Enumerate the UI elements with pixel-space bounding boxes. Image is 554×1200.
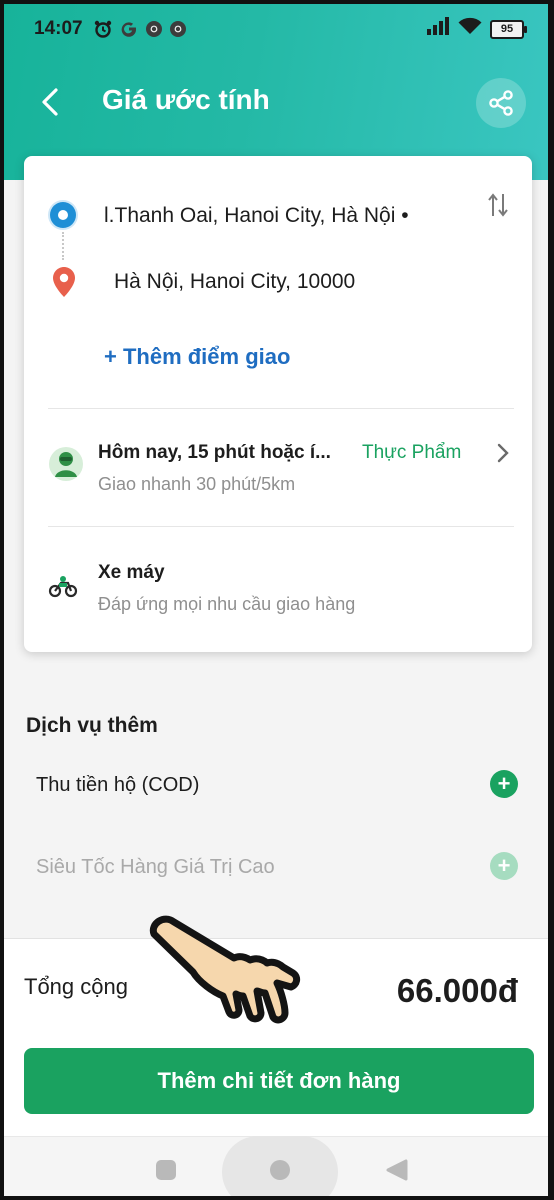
add-express-button[interactable]: + [490, 852, 518, 880]
plus-icon: + [497, 853, 511, 878]
share-icon [489, 90, 513, 116]
vehicle-subtitle: Đáp ứng mọi nhu cầu giao hàng [98, 594, 356, 614]
back-arrow-icon [42, 88, 58, 116]
vehicle-title[interactable]: Xe máy [98, 562, 165, 584]
pickup-address[interactable]: l.Thanh Oai, Hanoi City, Hà Nội • [104, 204, 409, 228]
chevron-right-icon[interactable] [496, 442, 510, 469]
back-button[interactable] [32, 82, 68, 122]
delivery-time-subtitle: Giao nhanh 30 phút/5km [98, 474, 296, 494]
destination-pin-icon [52, 266, 76, 303]
motorbike-icon [48, 574, 78, 603]
swap-icon[interactable] [486, 192, 510, 223]
square-nav-icon[interactable] [154, 1158, 178, 1187]
app-screen: 14:07 95 Giá ước tính l.Thanh Oai, Hanoi… [0, 0, 554, 1200]
driver-avatar-icon [48, 446, 84, 487]
chrome-icon [169, 20, 187, 38]
signal-icon [426, 17, 450, 41]
share-button[interactable] [476, 78, 526, 128]
status-time: 14:07 [34, 18, 83, 39]
estimate-card: l.Thanh Oai, Hanoi City, Hà Nội • Hà Nội… [24, 156, 532, 652]
status-bar: 14:07 95 [34, 16, 527, 42]
goods-type-tag[interactable]: Thực Phẩm [362, 442, 461, 464]
pointing-hand-icon [142, 900, 302, 1065]
wifi-icon [458, 17, 482, 41]
total-price: 66.000đ [396, 972, 518, 1009]
delivery-time-title[interactable]: Hôm nay, 15 phút hoặc í... [98, 442, 331, 464]
divider [48, 526, 514, 527]
extra-service-cod-label: Thu tiền hộ (COD) [36, 774, 200, 796]
total-label: Tổng cộng [24, 974, 128, 999]
dropoff-address[interactable]: Hà Nội, Hanoi City, 10000 [114, 270, 355, 294]
route-connector [62, 232, 64, 260]
page-title: Giá ước tính [102, 84, 270, 115]
alarm-icon [93, 19, 113, 39]
extras-section-title: Dịch vụ thêm [26, 714, 158, 737]
extra-service-express-label: Siêu Tốc Hàng Giá Trị Cao [36, 856, 275, 878]
plus-icon: + [497, 771, 511, 796]
battery-level: 95 [500, 23, 514, 35]
chrome-icon [145, 20, 163, 38]
divider [48, 408, 514, 409]
battery-icon: 95 [490, 19, 527, 39]
g-icon [119, 19, 139, 39]
add-stop-link[interactable]: + Thêm điểm giao [104, 344, 290, 370]
origin-dot-icon [50, 202, 76, 228]
add-cod-button[interactable]: + [490, 770, 518, 798]
circle-nav-icon[interactable] [268, 1158, 292, 1187]
triangle-nav-icon[interactable] [384, 1158, 408, 1187]
